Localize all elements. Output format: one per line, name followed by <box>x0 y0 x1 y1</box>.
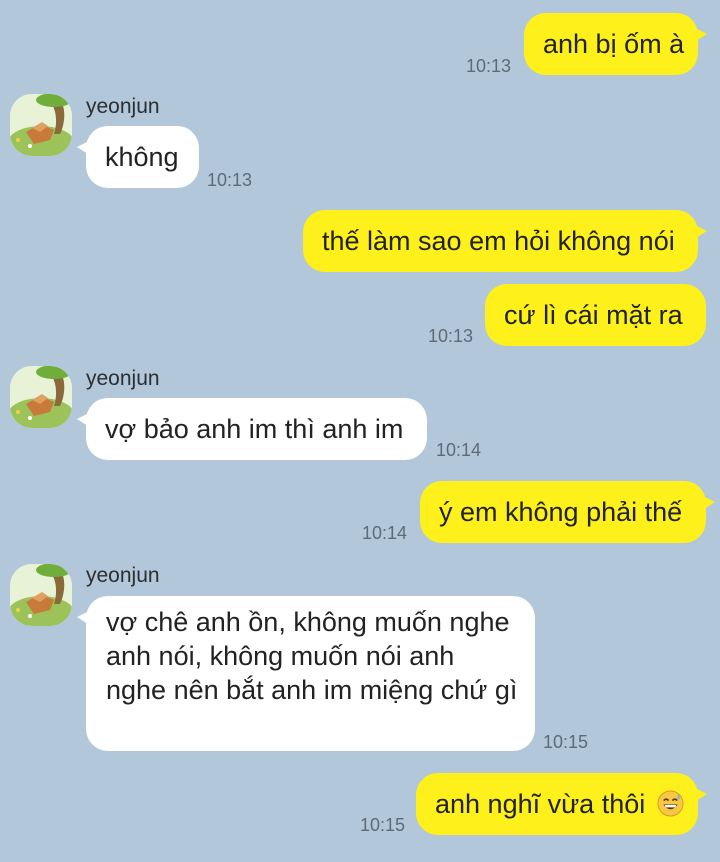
message-time: 10:13 <box>207 170 253 190</box>
message-bubble-sent[interactable]: cứ lì cái mặt ra <box>485 284 706 346</box>
chat-area[interactable]: 10:13 anh bị ốm à yeonjun không 10:13 th… <box>0 0 720 862</box>
message-text: vợ chê anh ồn, không muốn nghe anh nói, … <box>106 607 518 705</box>
message-text: không <box>105 142 179 172</box>
message-time: 10:13 <box>466 56 512 76</box>
avatar[interactable] <box>10 564 72 626</box>
sender-name: yeonjun <box>86 367 160 390</box>
message-bubble-sent[interactable]: ý em không phải thế <box>420 481 715 543</box>
message-time: 10:13 <box>428 326 474 346</box>
message-time: 10:14 <box>362 523 408 543</box>
avatar[interactable] <box>10 366 72 428</box>
tree-stump-scene-icon <box>10 94 72 156</box>
message-text: anh nghĩ vừa thôi <box>435 789 646 819</box>
message-text: vợ bảo anh im thì anh im <box>105 414 404 444</box>
tree-stump-scene-icon <box>10 366 72 428</box>
message-bubble-received[interactable]: vợ bảo anh im thì anh im <box>77 398 427 460</box>
message-text: cứ lì cái mặt ra <box>504 300 683 330</box>
message-text: ý em không phải thế <box>439 497 683 527</box>
message-time: 10:15 <box>360 815 406 835</box>
message-bubble-sent[interactable]: anh bị ốm à <box>524 13 707 75</box>
avatar[interactable] <box>10 94 72 156</box>
message-time: 10:15 <box>543 732 589 752</box>
message-bubble-sent[interactable]: thế làm sao em hỏi không nói <box>303 210 707 272</box>
message-time: 10:14 <box>436 440 482 460</box>
message-text: anh bị ốm à <box>543 29 685 59</box>
message-bubble-sent[interactable]: anh nghĩ vừa thôi <box>416 773 707 835</box>
message-text: thế làm sao em hỏi không nói <box>322 226 675 256</box>
tree-stump-scene-icon <box>10 564 72 626</box>
sender-name: yeonjun <box>86 564 160 587</box>
sender-name: yeonjun <box>86 95 160 118</box>
message-bubble-received[interactable]: không <box>77 126 199 188</box>
message-bubble-received[interactable]: vợ chê anh ồn, không muốn nghe anh nói, … <box>77 596 535 751</box>
grinning-sweat-emoji-icon <box>657 790 684 817</box>
